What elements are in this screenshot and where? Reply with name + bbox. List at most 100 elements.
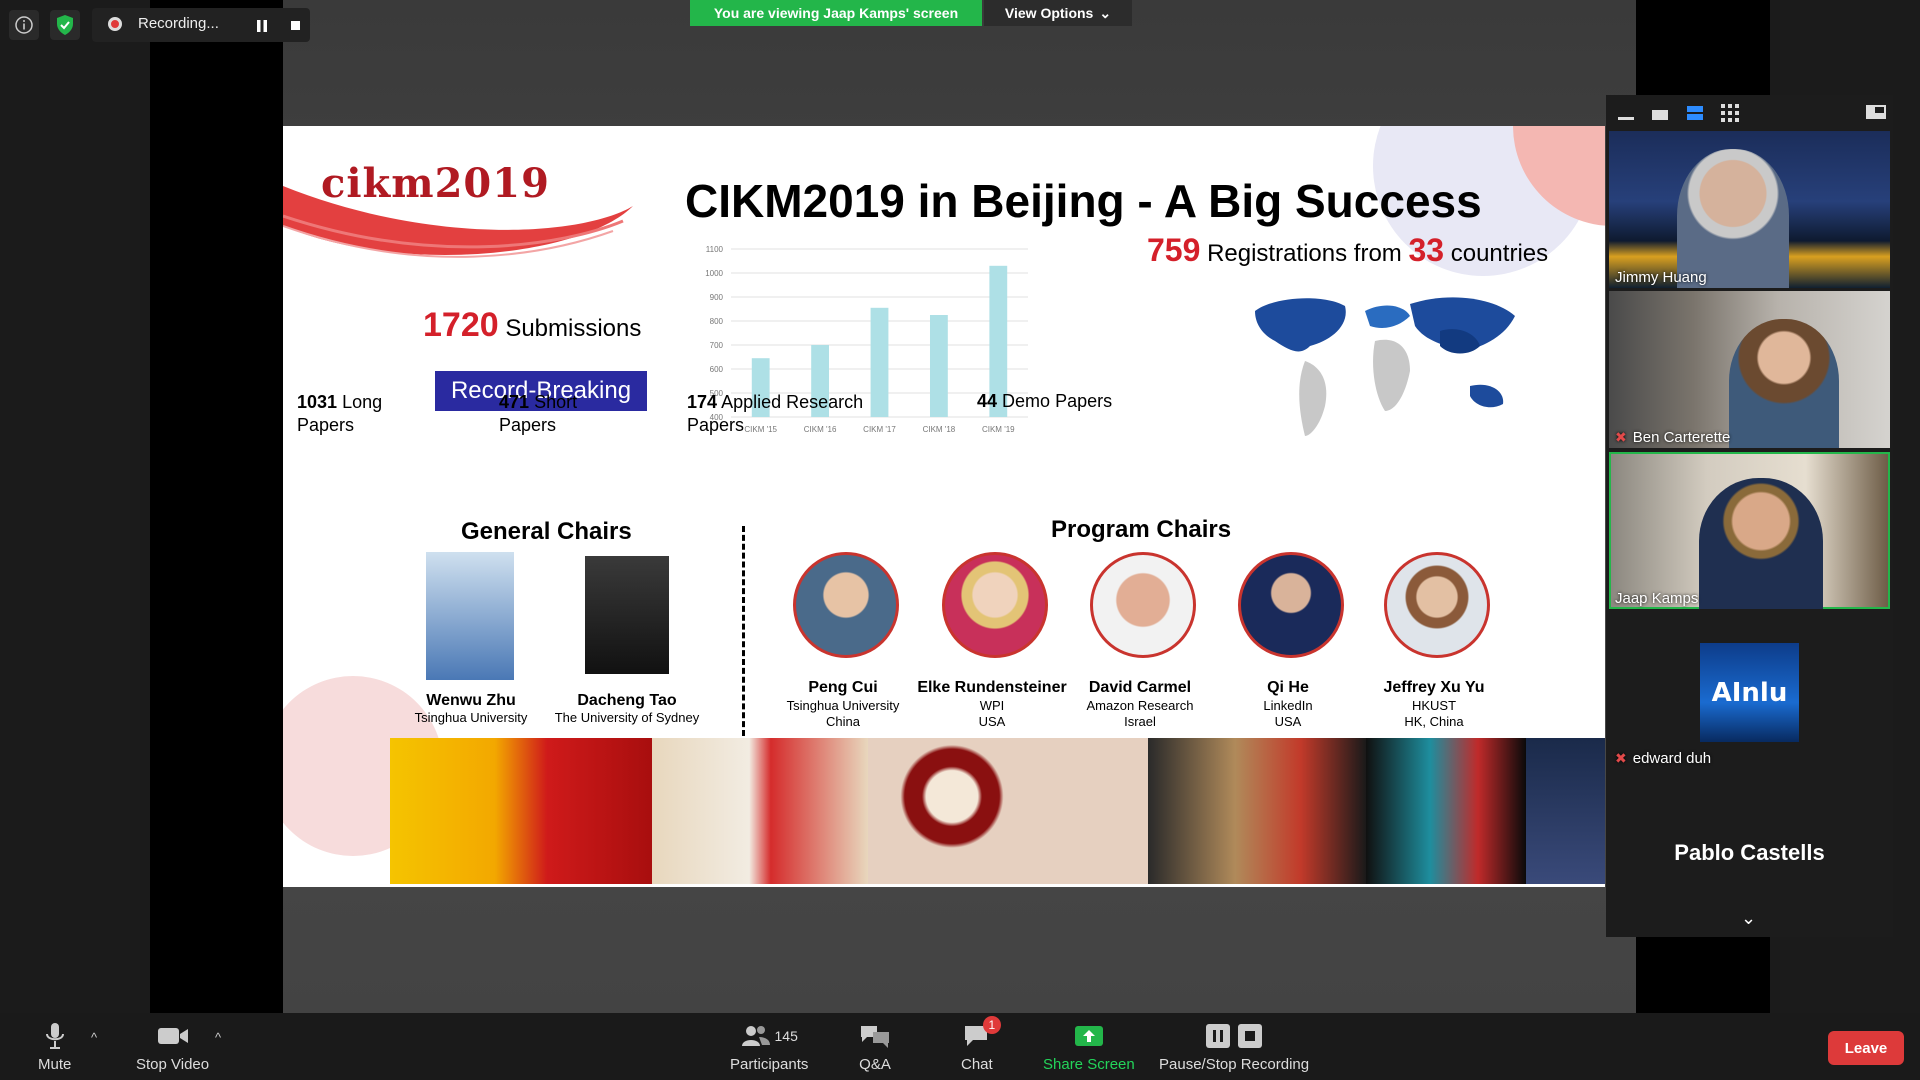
- stat-long-papers: 1031 Long Papers: [297, 392, 383, 435]
- program-chair-5: Jeffrey Xu Yu HKUST HK, China: [1383, 679, 1485, 729]
- general-chair-2: Dacheng Tao The University of Sydney: [554, 692, 700, 725]
- chat-button[interactable]: 1 Chat: [961, 1016, 1001, 1073]
- kungfu-photo: [652, 738, 868, 884]
- chair-photo-david-carmel: [1090, 552, 1196, 658]
- pause-stop-recording-button[interactable]: Pause/Stop Recording: [1159, 1022, 1309, 1073]
- pause-recording-button[interactable]: [256, 19, 268, 37]
- chair-photo-elke-rundensteiner: [942, 552, 1048, 658]
- view-options-button[interactable]: View Options ⌄: [984, 0, 1132, 26]
- program-chair-1: Peng Cui Tsinghua University China: [786, 679, 900, 729]
- slide-title: CIKM2019 in Beijing - A Big Success: [685, 175, 1482, 227]
- pop-out-icon[interactable]: [1866, 104, 1886, 125]
- stat-short-papers: 471 Short Papers: [499, 392, 578, 435]
- qa-icon: [859, 1022, 891, 1050]
- share-screen-label: Share Screen: [1043, 1056, 1135, 1073]
- participants-label: Participants: [730, 1056, 809, 1073]
- chair-photo-wenwu-zhu: [426, 552, 514, 680]
- countries-count: 33: [1408, 232, 1445, 268]
- registrations-text: Registrations from: [1207, 240, 1402, 267]
- view-options-label: View Options: [1004, 5, 1094, 21]
- share-screen-button[interactable]: Share Screen: [1043, 1022, 1135, 1073]
- share-screen-icon: [1074, 1022, 1104, 1050]
- participant-video: [1729, 319, 1839, 448]
- countries-label: countries: [1450, 240, 1549, 267]
- recording-dot-icon: [108, 17, 122, 31]
- video-camera-icon: [157, 1022, 189, 1050]
- participant-name: ✖ edward duh: [1615, 750, 1712, 767]
- submissions-label: Submissions: [505, 315, 642, 342]
- minimize-icon[interactable]: [1618, 108, 1634, 127]
- chart-y-tick-label: 700: [710, 341, 724, 350]
- chevron-down-icon: ⌄: [1099, 4, 1112, 21]
- food-photo: [868, 738, 1148, 884]
- gallery-scroll-down-icon[interactable]: ⌄: [1741, 908, 1756, 929]
- chart-x-tick-label: CIKM '17: [863, 425, 896, 434]
- chair-photo-peng-cui: [793, 552, 899, 658]
- chat-label: Chat: [961, 1056, 993, 1073]
- participant-video: [1699, 478, 1823, 609]
- share-letterbox-left: [150, 0, 283, 1013]
- chart-bar: [929, 315, 948, 417]
- participants-count: 145: [774, 1028, 798, 1044]
- participants-button[interactable]: 145 Participants: [730, 1022, 808, 1073]
- participant-name: Jaap Kamps: [1615, 590, 1699, 607]
- meeting-toolbar: [0, 1013, 1920, 1080]
- chair-photo-qi-he: [1238, 552, 1344, 658]
- video-tile-ben-carterette[interactable]: ✖ Ben Carterette: [1609, 291, 1890, 448]
- chart-y-tick-label: 800: [710, 317, 724, 326]
- program-chair-4: Qi He LinkedIn USA: [1263, 679, 1313, 729]
- mute-button[interactable]: Mute: [38, 1022, 71, 1073]
- chart-x-tick-label: CIKM '18: [923, 425, 956, 434]
- submissions-count: 1720: [423, 306, 499, 344]
- info-icon[interactable]: [9, 10, 39, 40]
- program-chair-2: Elke Rundensteiner WPI USA: [917, 679, 1067, 729]
- chart-y-tick-label: 1100: [706, 245, 724, 254]
- video-tile-edward-duh[interactable]: AInlu ✖ edward duh: [1609, 612, 1890, 769]
- viewing-screen-banner: You are viewing Jaap Kamps' screen: [690, 0, 982, 26]
- recording-label: Recording...: [138, 15, 219, 32]
- participant-name: Pablo Castells: [1674, 840, 1825, 865]
- video-tile-jimmy-huang[interactable]: Jimmy Huang: [1609, 131, 1890, 288]
- general-chairs-title: General Chairs: [461, 518, 632, 545]
- muted-mic-icon: ✖: [1615, 750, 1627, 766]
- chair-photo-jeffrey-xu-yu: [1384, 552, 1490, 658]
- leave-meeting-button[interactable]: Leave: [1828, 1031, 1904, 1065]
- general-chair-1: Wenwu Zhu Tsinghua University: [414, 692, 528, 725]
- video-tile-jaap-kamps[interactable]: Jaap Kamps: [1609, 452, 1890, 609]
- chat-unread-badge: 1: [982, 1016, 1001, 1034]
- strip-view-icon[interactable]: [1687, 104, 1703, 127]
- recording-controls-label: Pause/Stop Recording: [1159, 1056, 1310, 1073]
- participant-avatar: AInlu: [1700, 643, 1799, 742]
- chart-x-tick-label: CIKM '19: [982, 425, 1015, 434]
- opera-photo-1: [1148, 738, 1366, 884]
- stop-video-button[interactable]: Stop Video: [136, 1022, 209, 1073]
- culture-photo-strip: [390, 738, 1605, 884]
- mute-label: Mute: [38, 1056, 72, 1073]
- stop-recording-button[interactable]: [291, 21, 300, 30]
- opera-photo-2: [1366, 738, 1526, 884]
- participant-name: ✖ Ben Carterette: [1615, 429, 1731, 446]
- chat-icon: 1: [963, 1016, 1001, 1050]
- muted-mic-icon: ✖: [1615, 429, 1627, 445]
- registrations-count: 759: [1147, 232, 1201, 268]
- qa-button[interactable]: Q&A: [859, 1022, 891, 1073]
- chart-y-tick-label: 600: [710, 365, 724, 374]
- stop-video-label: Stop Video: [136, 1056, 210, 1073]
- stat-applied-papers: 174 Applied Research Papers: [687, 392, 864, 435]
- temple-photo: [1526, 738, 1605, 884]
- speaker-view-icon[interactable]: [1652, 108, 1668, 127]
- program-chairs-title: Program Chairs: [1051, 516, 1232, 543]
- audio-options-caret-icon[interactable]: ^: [91, 1030, 97, 1045]
- cikm-logo: cikm2019: [321, 160, 550, 207]
- program-chair-3: David Carmel Amazon Research Israel: [1086, 679, 1194, 729]
- qa-label: Q&A: [859, 1056, 891, 1073]
- gallery-grid-icon[interactable]: [1721, 104, 1739, 127]
- video-options-caret-icon[interactable]: ^: [215, 1030, 221, 1045]
- lion-dance-photo: [390, 738, 652, 884]
- stat-demo-papers: 44 Demo Papers: [977, 391, 1113, 411]
- chart-bar: [870, 307, 889, 417]
- microphone-icon: [44, 1022, 66, 1050]
- presentation-slide: cikm2019 CIKM2019 in Beijing - A Big Suc…: [283, 126, 1605, 887]
- chart-y-tick-label: 900: [710, 293, 724, 302]
- shield-check-icon[interactable]: [50, 10, 80, 40]
